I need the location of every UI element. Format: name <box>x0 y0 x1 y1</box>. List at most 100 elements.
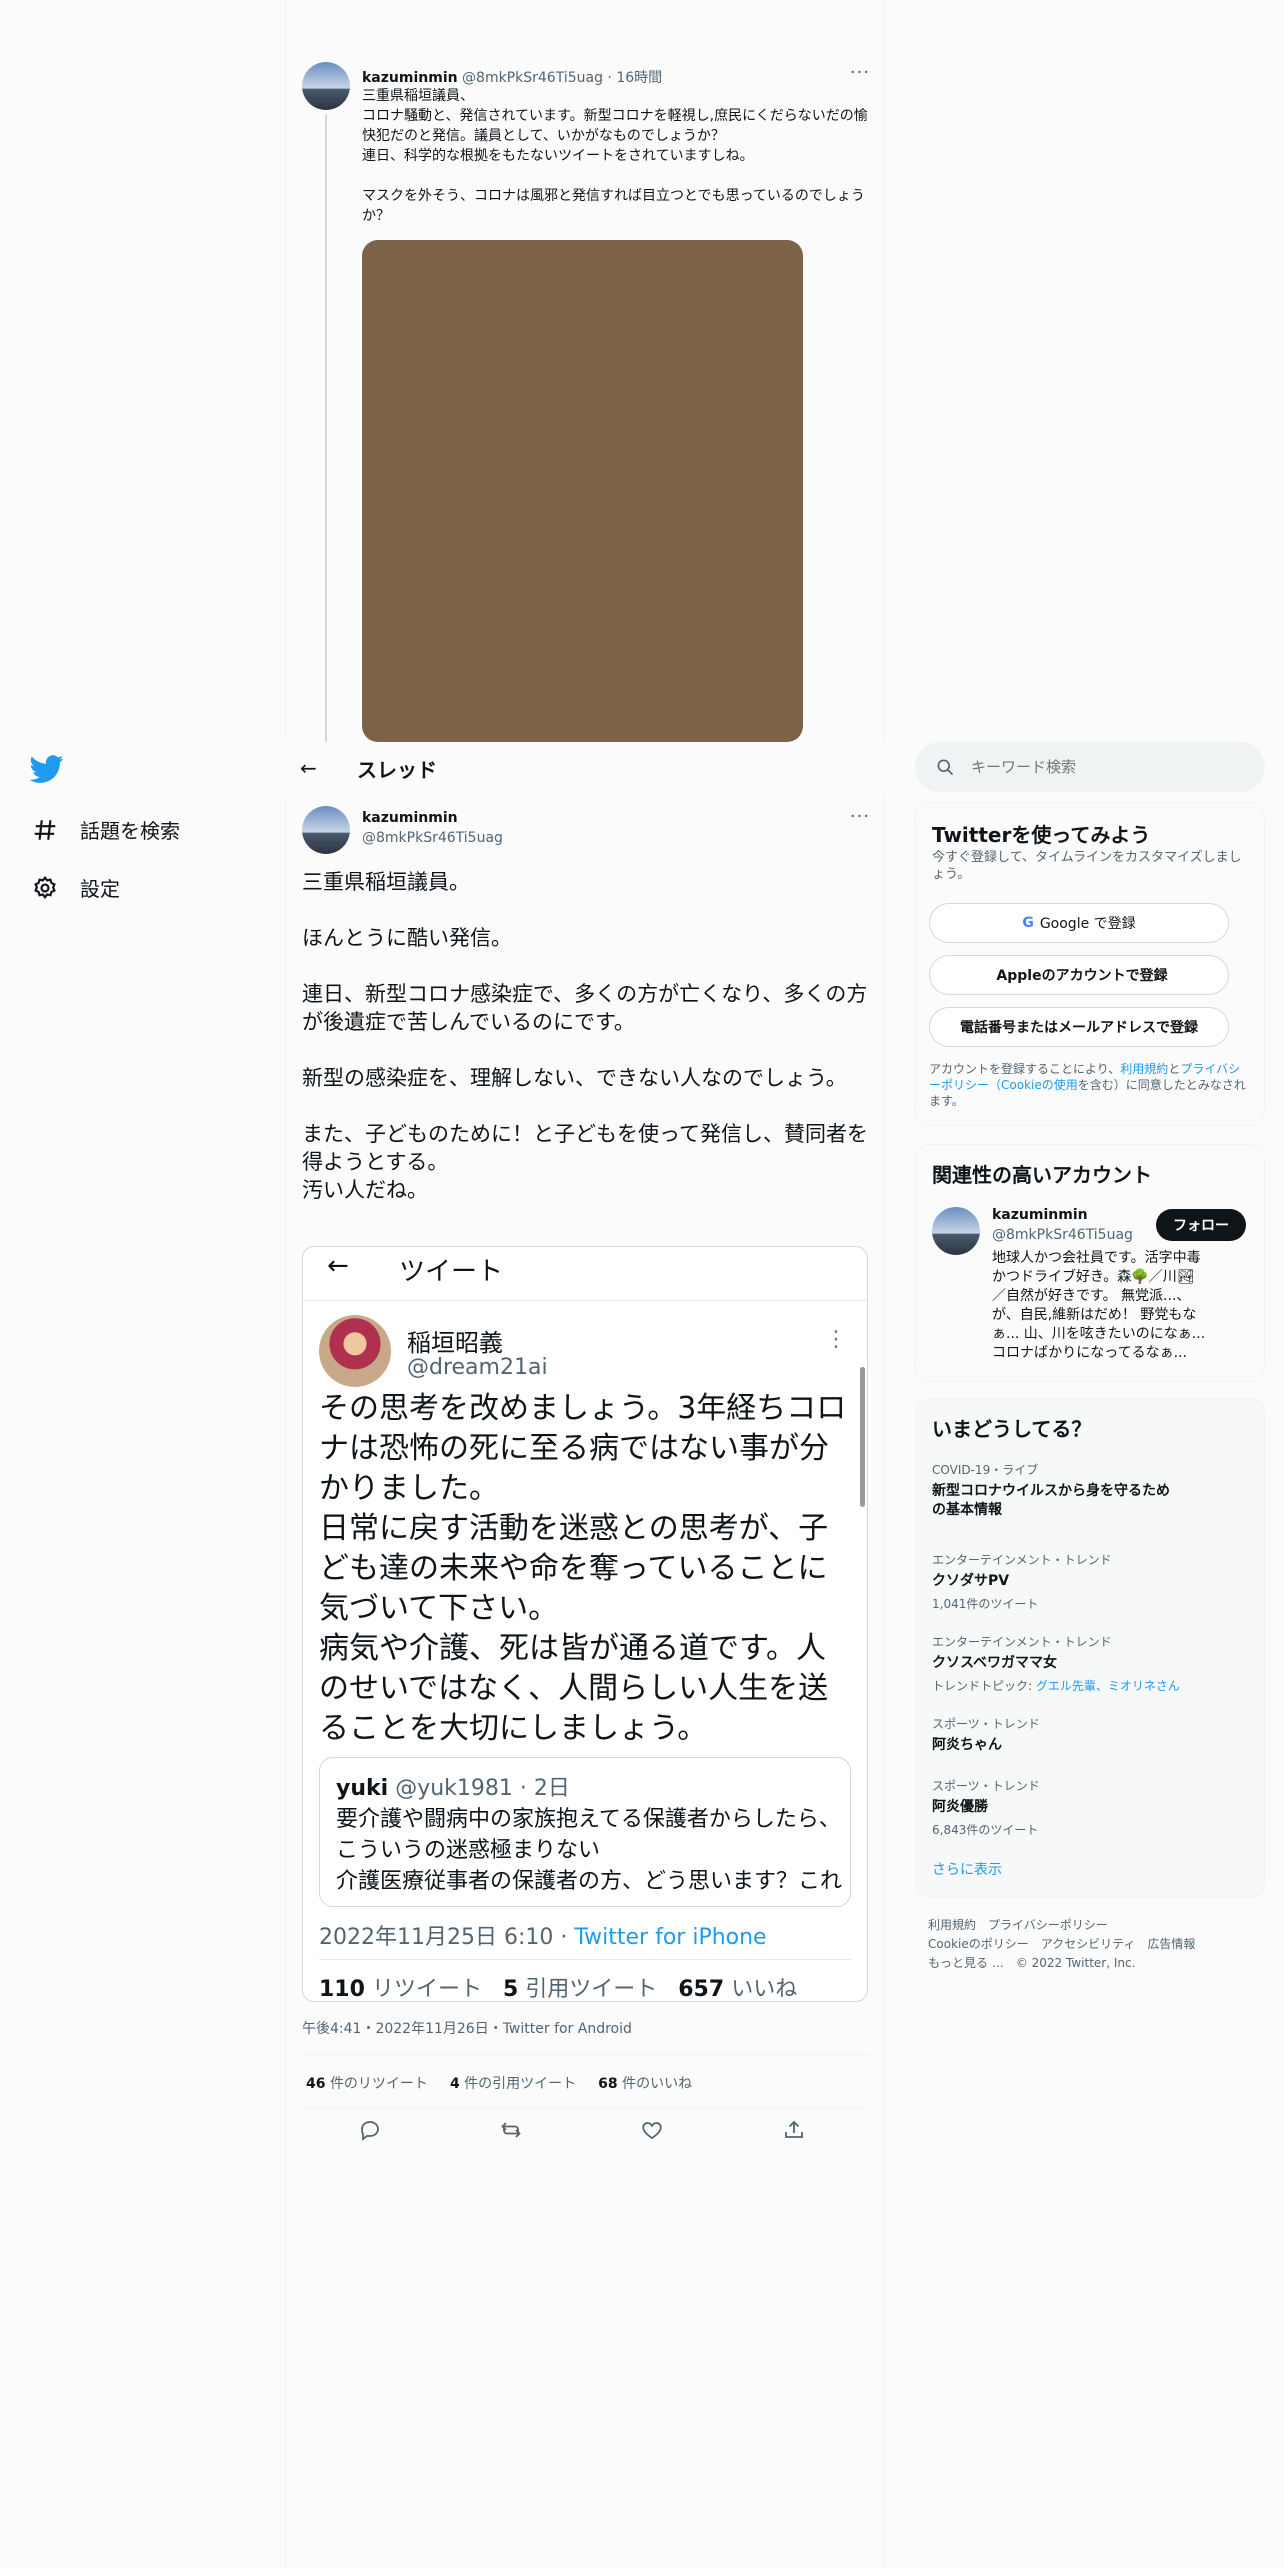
phone-email-signup-button[interactable]: 電話番号またはメールアドレスで登録 <box>929 1007 1229 1047</box>
embedded-quote-tweet: yuki @yuk1981 · 2日 要介護や闘病中の家族抱えてる保護者からした… <box>319 1757 851 1907</box>
nav-explore[interactable]: 話題を検索 <box>32 815 180 844</box>
tweet-media-image[interactable] <box>362 240 803 742</box>
footer-cookie-link[interactable]: Cookieのポリシー <box>928 1937 1029 1951</box>
avatar[interactable] <box>302 806 350 854</box>
apple-signup-button[interactable]: Appleのアカウントで登録 <box>929 955 1229 995</box>
tweet-stats: 46 件のリツイート 4 件の引用ツイート 68 件のいいね <box>306 2073 692 2093</box>
related-account-name[interactable]: kazuminmin <box>992 1207 1088 1223</box>
trend-name: 阿炎ちゃん <box>932 1737 1002 1753</box>
back-arrow-icon: ← <box>327 1251 349 1281</box>
author-handle[interactable]: @8mkPkSr46Ti5uag <box>462 70 603 86</box>
retweets-count: 46 <box>306 2076 326 2092</box>
trend-meta: スポーツ・トレンド <box>932 1779 1040 1793</box>
more-options-icon[interactable]: ··· <box>848 808 872 834</box>
divider <box>319 1959 851 1960</box>
likes-stat[interactable]: 68 件のいいね <box>598 2073 692 2093</box>
likes-count: 68 <box>598 2076 618 2092</box>
quotes-label: 件の引用ツイート <box>464 2076 577 2092</box>
avatar[interactable] <box>302 62 350 110</box>
quotes-stat[interactable]: 4 件の引用ツイート <box>450 2073 576 2093</box>
trend-name: クソスベワガママ女 <box>932 1655 1058 1671</box>
footer-links: 利用規約 プライバシーポリシー Cookieのポリシー アクセシビリティ 広告情報 も… <box>928 1916 1258 1973</box>
retweets-label: 件のリツイート <box>329 2076 428 2092</box>
show-more-link[interactable]: さらに表示 <box>932 1859 1002 1879</box>
signup-title: Twitterを使ってみよう <box>932 823 1151 847</box>
trend-item[interactable]: スポーツ・トレンド 阿炎優勝 6,843件のツイート <box>932 1777 1252 1838</box>
avatar[interactable] <box>932 1207 980 1255</box>
trend-tweet-count: 1,041件のツイート <box>932 1597 1039 1611</box>
footer-ads-link[interactable]: 広告情報 <box>1147 1937 1195 1951</box>
tweet-actions <box>302 2118 870 2148</box>
author-name[interactable]: kazuminmin <box>362 70 458 86</box>
legal-and: と <box>1168 1062 1181 1076</box>
signup-card: Twitterを使ってみよう 今すぐ登録して、タイムラインをカスタマイズしましょ… <box>915 802 1265 1126</box>
trend-item[interactable]: エンターテインメント・トレンド クソダサPV 1,041件のツイート <box>932 1551 1252 1612</box>
twitter-logo-icon[interactable] <box>30 752 64 786</box>
back-arrow-icon[interactable]: ← <box>300 756 317 780</box>
embedded-source: Twitter for iPhone <box>574 1925 767 1950</box>
embedded-stats: 110 リツイート 5 引用ツイート 657 いいね <box>319 1971 798 2002</box>
trend-topic-link[interactable]: グエル先輩、ミオリネさん <box>1036 1679 1180 1693</box>
thread-connector <box>325 114 327 744</box>
apple-signup-label: Appleのアカウントで登録 <box>996 968 1168 984</box>
main-tweet-text: 三重県稲垣議員。 ほんとうに酷い発信。 連日、新型コロナ感染症で、多くの方が亡く… <box>302 870 868 1202</box>
trend-name: クソダサPV <box>932 1573 1010 1589</box>
embedded-date: 2022年11月25日 6:10 · <box>319 1925 575 1950</box>
footer-accessibility-link[interactable]: アクセシビリティ <box>1041 1937 1136 1951</box>
signup-subtitle: 今すぐ登録して、タイムラインをカスタマイズしましょう。 <box>932 850 1242 882</box>
related-account-handle[interactable]: @8mkPkSr46Ti5uag <box>992 1227 1133 1243</box>
left-nav: 話題を検索 設定 <box>0 0 285 2568</box>
nav-settings[interactable]: 設定 <box>32 873 120 902</box>
embedded-rt-count: 110 <box>319 1977 365 2002</box>
divider <box>302 2107 870 2108</box>
related-account-bio: 地球人かつ会社員です。活字中毒かつドライブ好き。森🌳／川🏞／自然が好きです。 無… <box>992 1250 1206 1361</box>
follow-button[interactable]: フォロー <box>1156 1209 1246 1241</box>
google-signup-label: Google で登録 <box>1039 916 1136 932</box>
footer-privacy-link[interactable]: プライバシーポリシー <box>988 1918 1108 1932</box>
embedded-like-label: いいね <box>731 1977 798 2002</box>
dot-separator: · <box>607 70 612 86</box>
like-icon[interactable] <box>640 2118 664 2142</box>
retweets-stat[interactable]: 46 件のリツイート <box>306 2073 428 2093</box>
embedded-avatar <box>319 1315 391 1387</box>
hashtag-icon <box>34 819 56 840</box>
main-tweet-header: kazuminmin @8mkPkSr46Ti5uag ··· <box>302 806 870 856</box>
search-icon <box>937 759 954 776</box>
reply-icon[interactable] <box>358 2118 382 2142</box>
trend-topic: トレンドトピック: グエル先輩、ミオリネさん <box>932 1677 1252 1694</box>
quote-author-name: yuki <box>336 1776 389 1801</box>
embedded-tweet-text: その思考を改めましょう。3年経ちコロナは恐怖の死に至る病ではない事が分かりました… <box>319 1391 847 1746</box>
footer-copyright: © 2022 Twitter, Inc. <box>1015 1956 1136 1970</box>
embedded-timestamp: 2022年11月25日 6:10 · Twitter for iPhone <box>319 1919 767 1951</box>
trend-item[interactable]: エンターテインメント・トレンド クソスベワガママ女 トレンドトピック: グエル先… <box>932 1633 1252 1694</box>
search-box[interactable] <box>915 742 1265 792</box>
author-handle[interactable]: @8mkPkSr46Ti5uag <box>362 830 503 846</box>
tweet-time[interactable]: 16時間 <box>616 70 662 86</box>
share-icon[interactable] <box>782 2118 806 2142</box>
tweet-timestamp[interactable]: 午後4:41・2022年11月26日・Twitter for Android <box>302 2018 632 2038</box>
author-name[interactable]: kazuminmin <box>362 810 458 826</box>
google-signup-button[interactable]: G Google で登録 <box>929 903 1229 943</box>
thread-header: ← スレッド <box>285 742 885 795</box>
terms-link[interactable]: 利用規約 <box>1120 1062 1168 1076</box>
tweet-screenshot-image[interactable]: ← ツイート 稲垣昭義 @dream21ai ⋮ その思考を改めましょう。3年経… <box>302 1246 868 2002</box>
page-title: スレッド <box>357 758 437 782</box>
quote-author-handle: @yuk1981 · 2日 <box>395 1776 570 1801</box>
signup-legal-text: アカウントを登録することにより、利用規約とプライバシーポリシー（Cookieの使… <box>929 1061 1249 1109</box>
trend-item[interactable]: スポーツ・トレンド 阿炎ちゃん <box>932 1715 1252 1755</box>
footer-terms-link[interactable]: 利用規約 <box>928 1918 976 1932</box>
trend-meta: エンターテインメント・トレンド <box>932 1553 1112 1567</box>
likes-label: 件のいいね <box>622 2076 693 2092</box>
footer-more-link[interactable]: もっと見る … <box>928 1956 1004 1970</box>
trend-item[interactable]: COVID-19・ライブ 新型コロナウイルスから身を守るための基本情報 <box>932 1461 1252 1520</box>
parent-tweet-meta: kazuminmin @8mkPkSr46Ti5uag · 16時間 <box>362 67 662 87</box>
phone-email-signup-label: 電話番号またはメールアドレスで登録 <box>960 1020 1198 1036</box>
divider <box>302 2054 870 2055</box>
trends-title: いまどうしてる？ <box>932 1417 1092 1441</box>
related-title: 関連性の高いアカウント <box>932 1163 1152 1187</box>
retweet-icon[interactable] <box>499 2118 523 2142</box>
search-input[interactable] <box>971 752 1241 782</box>
trend-meta: COVID-19・ライブ <box>932 1463 1039 1477</box>
trend-meta: エンターテインメント・トレンド <box>932 1635 1112 1649</box>
parent-tweet-text: 三重県稲垣議員、 コロナ騒動と、発信されています。新型コロナを軽視し,庶民にくだ… <box>362 88 868 224</box>
